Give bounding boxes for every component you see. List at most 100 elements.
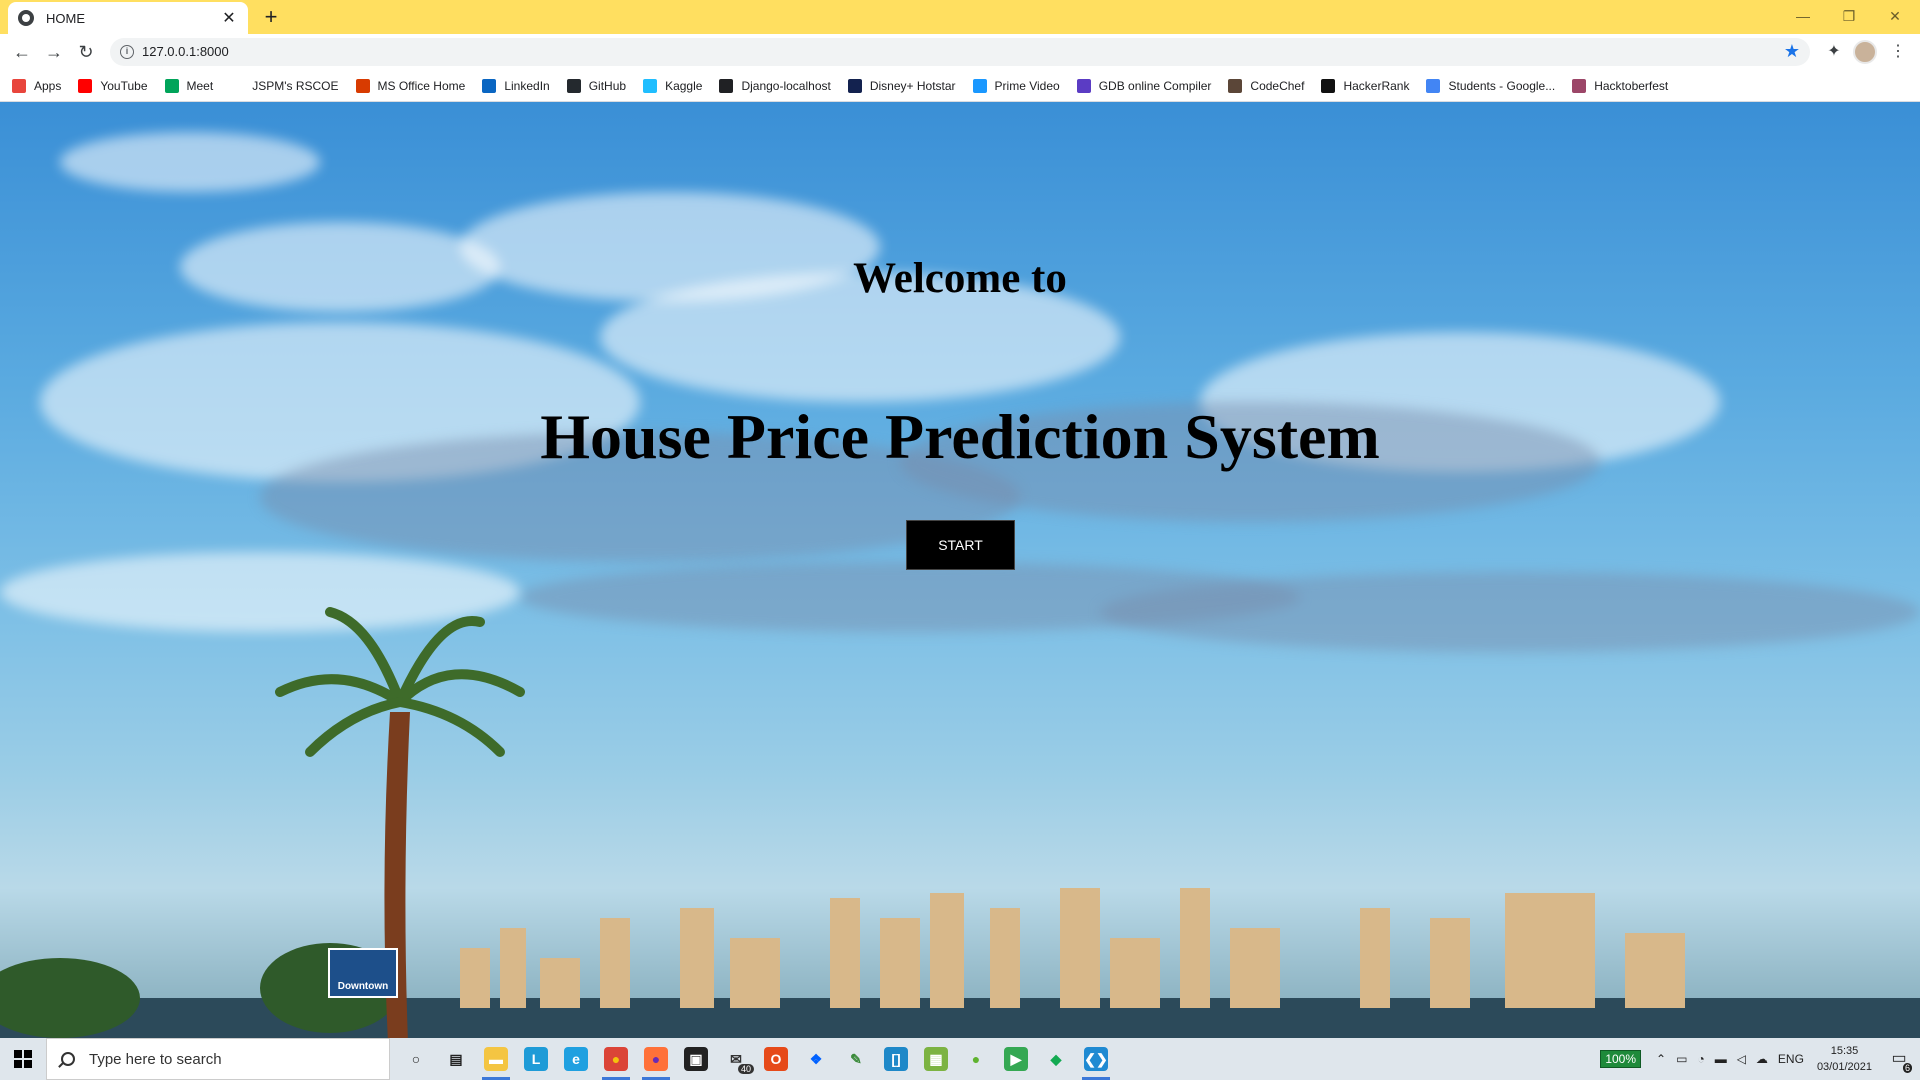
welcome-heading: Welcome to [853,255,1067,302]
bookmark-favicon-icon [78,78,93,93]
office-icon: O [764,1047,788,1071]
bookmark-item[interactable]: GDB online Compiler [1076,78,1211,93]
bookmark-item[interactable]: JSPM's RSCOE [230,78,339,93]
bookmark-star-icon[interactable]: ★ [1784,41,1800,62]
address-bar[interactable]: i 127.0.0.1:8000 ★ [110,38,1810,66]
bookmark-item[interactable]: Hacktoberfest [1572,78,1668,93]
taskbar-app[interactable]: O [756,1038,796,1080]
taskbar-app[interactable]: ❖ [796,1038,836,1080]
battery-indicator[interactable]: 100% [1600,1050,1642,1068]
bookmark-item[interactable]: Disney+ Hotstar [847,78,956,93]
page-title: House Price Prediction System [540,401,1380,472]
taskbar-app[interactable]: ● [956,1038,996,1080]
bookmark-label: CodeChef [1250,78,1305,93]
leaf-app-icon: ● [971,1051,981,1067]
taskbar-app[interactable]: ❮❯ [1076,1038,1116,1080]
bookmark-item[interactable]: LinkedIn [482,78,550,93]
bookmark-item[interactable]: Kaggle [643,78,702,93]
store-icon: ▣ [684,1047,708,1071]
wifi-icon[interactable]: ◔ [1697,1052,1704,1066]
bookmark-item[interactable]: Django-localhost [719,78,831,93]
bookmark-item[interactable]: Meet [164,78,214,93]
taskbar-app[interactable]: ✎ [836,1038,876,1080]
taskbar-app[interactable]: [] [876,1038,916,1080]
taskbar-clock[interactable]: 15:35 03/01/2021 [1817,1043,1872,1075]
palm-tree-image [275,607,525,1038]
bookmark-favicon-icon [1426,78,1441,93]
taskbar-app[interactable]: ▦ [916,1038,956,1080]
site-info-icon[interactable]: i [120,45,134,59]
bookmark-favicon-icon [230,78,245,93]
search-icon [61,1052,75,1066]
clock-time: 15:35 [1830,1045,1859,1057]
cloud-icon[interactable]: ☁ [1756,1052,1768,1066]
bookmark-item[interactable]: Apps [12,78,62,93]
taskbar-app[interactable]: ▣ [676,1038,716,1080]
chevron-up-icon[interactable]: ⌃ [1656,1052,1666,1066]
hero-section: Downtown Welcome to House Price Predicti… [0,102,1920,1038]
start-button[interactable]: START [906,520,1015,570]
bookmark-favicon-icon [1076,78,1091,93]
l-app-icon: L [524,1047,548,1071]
bookmark-label: Meet [186,78,214,93]
taskbar-app[interactable]: ● [596,1038,636,1080]
taskbar-app[interactable]: ▬ [476,1038,516,1080]
bookmark-favicon-icon [847,78,862,93]
taskbar-app[interactable]: e [556,1038,596,1080]
system-tray: 100% ⌃ ▭ ◔ ▬ ◁ ☁ ENG 15:35 03/01/2021 ▭ … [1600,1038,1920,1080]
taskbar-app[interactable]: L [516,1038,556,1080]
extensions-icon[interactable]: ✦ [1822,40,1846,64]
windows-taskbar: Type here to search ○ ▤ ▬ Le ● ● ▣ ✉ 40 O ❖ ✎ [] ▦ ● ▶ ◆… [0,1038,1920,1080]
taskbar-app[interactable]: ▶ [996,1038,1036,1080]
taskbar-app[interactable]: ○ [396,1038,436,1080]
bookmark-label: Django-localhost [741,78,831,93]
notification-center-button[interactable]: ▭ 6 [1884,1045,1914,1073]
bookmark-favicon-icon [1572,78,1587,93]
language-indicator[interactable]: ENG [1778,1052,1804,1066]
cloud [60,132,320,192]
bookmark-item[interactable]: CodeChef [1228,78,1305,93]
search-placeholder: Type here to search [89,1050,222,1068]
window-close-button[interactable]: ✕ [1872,4,1918,28]
globe-icon [18,10,34,26]
browser-menu-icon[interactable]: ⋮ [1886,40,1910,64]
battery-icon[interactable]: ▬ [1715,1052,1727,1066]
bookmark-label: Prime Video [994,78,1060,93]
browser-toolbar: ← → ↻ i 127.0.0.1:8000 ★ ✦ ⋮ [0,34,1920,70]
firefox-icon: ● [644,1047,668,1071]
url-text[interactable]: 127.0.0.1:8000 [142,44,229,59]
taskbar-app[interactable]: ● [636,1038,676,1080]
profile-avatar[interactable] [1853,40,1877,64]
minimize-button[interactable]: — [1780,4,1826,28]
bookmark-label: MS Office Home [377,78,466,93]
bookmark-label: LinkedIn [504,78,550,93]
bookmark-item[interactable]: GitHub [566,78,626,93]
volume-icon[interactable]: ◁ [1737,1052,1746,1066]
tab-close-icon[interactable]: ✕ [220,8,238,28]
taskbar-app[interactable]: ◆ [1036,1038,1076,1080]
reload-button[interactable]: ↻ [74,40,98,64]
taskbar-app[interactable]: ✉ 40 [716,1038,756,1080]
bookmark-favicon-icon [643,78,658,93]
bookmark-item[interactable]: MS Office Home [355,78,466,93]
bookmarks-bar: Apps YouTube Meet JSPM's RSCOE MS Office Hom… [0,70,1920,102]
downtown-sign: Downtown [328,948,398,998]
back-button[interactable]: ← [10,40,34,64]
new-tab-button[interactable]: + [258,4,284,30]
bookmark-favicon-icon [972,78,987,93]
tab-home[interactable]: HOME ✕ [8,2,248,34]
bookmark-label: Apps [34,78,62,93]
windows-start-button[interactable] [0,1038,46,1080]
bookmark-item[interactable]: Students - Google... [1426,78,1555,93]
bookmark-item[interactable]: YouTube [78,78,148,93]
sign-text: Downtown [337,981,389,992]
bookmark-item[interactable]: HackerRank [1321,78,1409,93]
bookmark-item[interactable]: Prime Video [972,78,1060,93]
bookmark-favicon-icon [719,78,734,93]
media-icon: ▶ [1004,1047,1028,1071]
tray-app-icon[interactable]: ▭ [1676,1052,1687,1066]
taskbar-app[interactable]: ▤ [436,1038,476,1080]
restore-button[interactable]: ❐ [1826,4,1872,28]
taskbar-search-box[interactable]: Type here to search [46,1038,390,1080]
forward-button[interactable]: → [42,40,66,64]
